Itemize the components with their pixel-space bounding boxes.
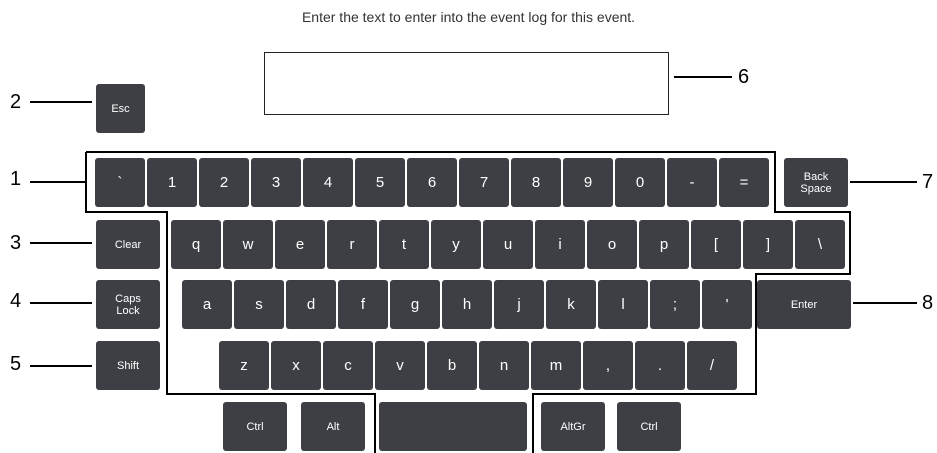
callout-5: 5 bbox=[10, 353, 22, 375]
callout-6: 6 bbox=[738, 66, 750, 88]
callout-3: 3 bbox=[10, 232, 22, 254]
callout-4: 4 bbox=[10, 290, 22, 312]
callout-7: 7 bbox=[922, 171, 934, 193]
callout-lines bbox=[30, 76, 917, 453]
callout-2: 2 bbox=[10, 91, 22, 113]
callout-8: 8 bbox=[922, 292, 934, 314]
callout-1: 1 bbox=[10, 168, 22, 190]
